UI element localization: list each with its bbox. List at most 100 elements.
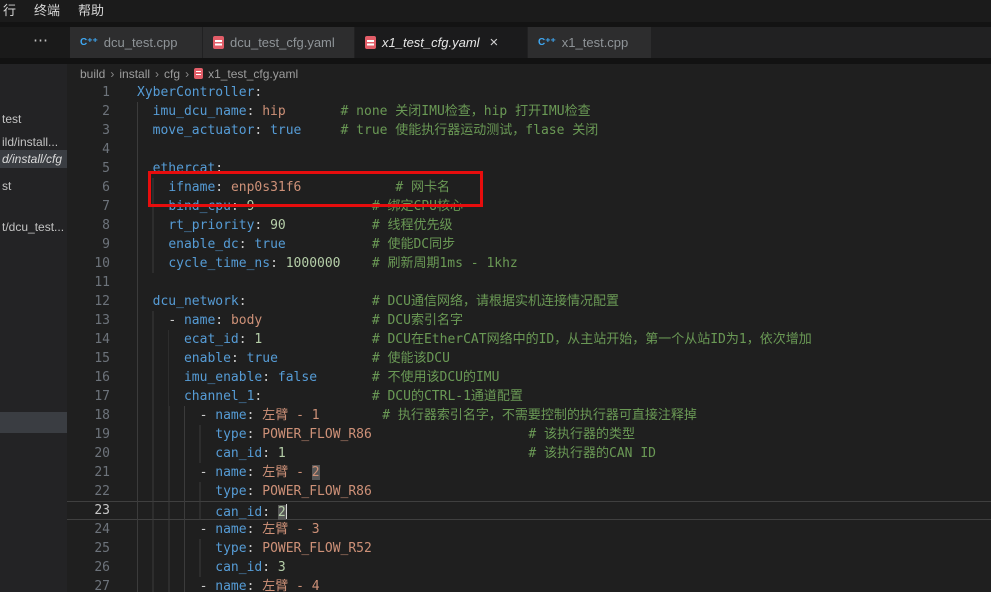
yaml-file-icon — [365, 36, 376, 49]
code-line-20[interactable]: 20 can_id: 1 # 该执行器的CAN ID — [67, 444, 991, 463]
code-line-13[interactable]: 13 - name: body # DCU索引名字 — [67, 311, 991, 330]
code-line-8[interactable]: 8 rt_priority: 90 # 线程优先级 — [67, 216, 991, 235]
cpp-file-icon: C⁺⁺ — [80, 37, 98, 48]
code-line-2[interactable]: 2 imu_dcu_name: hip # none 关闭IMU检查，hip 打… — [67, 102, 991, 121]
sidebar-item-1[interactable]: ild/install... — [0, 133, 67, 151]
editor[interactable]: build›install›cfg›x1_test_cfg.yaml 1Xybe… — [67, 64, 991, 592]
code-line-23[interactable]: 23 can_id: 2 — [67, 501, 991, 520]
line-content: imu_dcu_name: hip # none 关闭IMU检查，hip 打开I… — [137, 102, 991, 121]
code-area[interactable]: 1XyberController:2 imu_dcu_name: hip # n… — [67, 83, 991, 592]
breadcrumb-item-build[interactable]: build — [80, 67, 105, 81]
tab-bar-tabs: C⁺⁺ dcu_test.cpp dcu_test_cfg.yamlx1_test_… — [70, 27, 652, 58]
code-line-12[interactable]: 12 dcu_network: # DCU通信网络，请根据实机连接情况配置 — [67, 292, 991, 311]
breadcrumb-separator: › — [185, 67, 189, 81]
line-content: channel_1: # DCU的CTRL-1通道配置 — [137, 387, 991, 406]
line-number[interactable]: 7 — [67, 197, 110, 216]
line-number[interactable]: 11 — [67, 273, 110, 292]
menu-item-1[interactable]: 终端 — [25, 0, 69, 22]
close-icon[interactable]: × — [490, 35, 499, 50]
code-line-21[interactable]: 21 - name: 左臂 - 2 — [67, 463, 991, 482]
line-number[interactable]: 3 — [67, 121, 110, 140]
sidebar-item-2[interactable]: d/install/cfg — [0, 150, 67, 168]
line-content: - name: 左臂 - 4 — [137, 577, 991, 592]
line-content: cycle_time_ns: 1000000 # 刷新周期1ms - 1khz — [137, 254, 991, 273]
line-content: bind_cpu: 9 # 绑定CPU核心 — [137, 197, 991, 216]
line-number[interactable]: 2 — [67, 102, 110, 121]
tab-label: dcu_test.cpp — [104, 35, 178, 50]
indent-guides — [137, 273, 138, 292]
tab-dcu_test_cfg.yaml[interactable]: dcu_test_cfg.yaml — [203, 27, 354, 58]
main-area: test ild/install...d/install/cfg st t/dcu_t… — [0, 64, 991, 592]
indent-guides — [137, 140, 138, 159]
breadcrumb-item-install[interactable]: install — [119, 67, 150, 81]
line-number[interactable]: 19 — [67, 425, 110, 444]
code-line-27[interactable]: 27 - name: 左臂 - 4 — [67, 577, 991, 592]
line-content: ethercat: — [137, 159, 991, 178]
code-line-3[interactable]: 3 move_actuator: true # true 使能执行器运动测试，f… — [67, 121, 991, 140]
line-number[interactable]: 17 — [67, 387, 110, 406]
line-number[interactable]: 27 — [67, 577, 110, 592]
line-number[interactable]: 23 — [67, 501, 110, 520]
line-number[interactable]: 6 — [67, 178, 110, 197]
line-number[interactable]: 12 — [67, 292, 110, 311]
sidebar-item-0[interactable]: test — [0, 110, 67, 128]
sidebar-item-3[interactable]: st — [0, 177, 67, 195]
line-number[interactable]: 9 — [67, 235, 110, 254]
code-line-9[interactable]: 9 enable_dc: true # 使能DC同步 — [67, 235, 991, 254]
tab-x1_test_cfg.yaml[interactable]: x1_test_cfg.yaml× — [355, 27, 527, 58]
code-line-5[interactable]: 5 ethercat: — [67, 159, 991, 178]
line-content: - name: 左臂 - 1 # 执行器索引名字，不需要控制的执行器可直接注释掉 — [137, 406, 991, 425]
code-line-17[interactable]: 17 channel_1: # DCU的CTRL-1通道配置 — [67, 387, 991, 406]
line-content: type: POWER_FLOW_R86 # 该执行器的类型 — [137, 425, 991, 444]
code-line-26[interactable]: 26 can_id: 3 — [67, 558, 991, 577]
code-line-10[interactable]: 10 cycle_time_ns: 1000000 # 刷新周期1ms - 1k… — [67, 254, 991, 273]
code-line-7[interactable]: 7 bind_cpu: 9 # 绑定CPU核心 — [67, 197, 991, 216]
breadcrumb-item-cfg[interactable]: cfg — [164, 67, 180, 81]
tab-dcu_test.cpp[interactable]: C⁺⁺ dcu_test.cpp — [70, 27, 202, 58]
menu-item-0[interactable]: 行 — [1, 0, 25, 22]
code-line-1[interactable]: 1XyberController: — [67, 83, 991, 102]
line-content: type: POWER_FLOW_R86 — [137, 482, 991, 501]
line-number[interactable]: 18 — [67, 406, 110, 425]
tab-label: x1_test.cpp — [562, 35, 629, 50]
line-number[interactable]: 25 — [67, 539, 110, 558]
line-content: enable: true # 使能该DCU — [137, 349, 991, 368]
line-content: - name: body # DCU索引名字 — [137, 311, 991, 330]
line-content: can_id: 2 — [137, 501, 991, 520]
line-number[interactable]: 8 — [67, 216, 110, 235]
more-actions-icon[interactable]: ⋯ — [33, 31, 49, 49]
line-content: can_id: 3 — [137, 558, 991, 577]
line-number[interactable]: 14 — [67, 330, 110, 349]
code-line-19[interactable]: 19 type: POWER_FLOW_R86 # 该执行器的类型 — [67, 425, 991, 444]
menu-item-2[interactable]: 帮助 — [69, 0, 113, 22]
code-line-14[interactable]: 14 ecat_id: 1 # DCU在EtherCAT网络中的ID，从主站开始… — [67, 330, 991, 349]
line-number[interactable]: 4 — [67, 140, 110, 159]
code-line-25[interactable]: 25 type: POWER_FLOW_R52 — [67, 539, 991, 558]
tab-x1_test.cpp[interactable]: C⁺⁺x1_test.cpp — [528, 27, 651, 58]
line-number[interactable]: 5 — [67, 159, 110, 178]
code-line-4[interactable]: 4 — [67, 140, 991, 159]
line-number[interactable]: 1 — [67, 83, 110, 102]
code-line-22[interactable]: 22 type: POWER_FLOW_R86 — [67, 482, 991, 501]
line-number[interactable]: 24 — [67, 520, 110, 539]
sidebar-item-5[interactable] — [0, 412, 67, 433]
code-line-18[interactable]: 18 - name: 左臂 - 1 # 执行器索引名字，不需要控制的执行器可直接… — [67, 406, 991, 425]
line-number[interactable]: 13 — [67, 311, 110, 330]
line-number[interactable]: 20 — [67, 444, 110, 463]
line-number[interactable]: 21 — [67, 463, 110, 482]
code-line-11[interactable]: 11 — [67, 273, 991, 292]
line-number[interactable]: 10 — [67, 254, 110, 273]
line-number[interactable]: 15 — [67, 349, 110, 368]
sidebar-item-4[interactable]: t/dcu_test... — [0, 218, 67, 236]
code-line-24[interactable]: 24 - name: 左臂 - 3 — [67, 520, 991, 539]
code-line-6[interactable]: 6 ifname: enp0s31f6 # 网卡名 — [67, 178, 991, 197]
line-content — [137, 273, 991, 292]
code-line-15[interactable]: 15 enable: true # 使能该DCU — [67, 349, 991, 368]
line-number[interactable]: 16 — [67, 368, 110, 387]
code-line-16[interactable]: 16 imu_enable: false # 不使用该DCU的IMU — [67, 368, 991, 387]
line-content: dcu_network: # DCU通信网络，请根据实机连接情况配置 — [137, 292, 991, 311]
line-number[interactable]: 22 — [67, 482, 110, 501]
line-number[interactable]: 26 — [67, 558, 110, 577]
breadcrumb-file[interactable]: x1_test_cfg.yaml — [208, 67, 298, 81]
line-content: enable_dc: true # 使能DC同步 — [137, 235, 991, 254]
